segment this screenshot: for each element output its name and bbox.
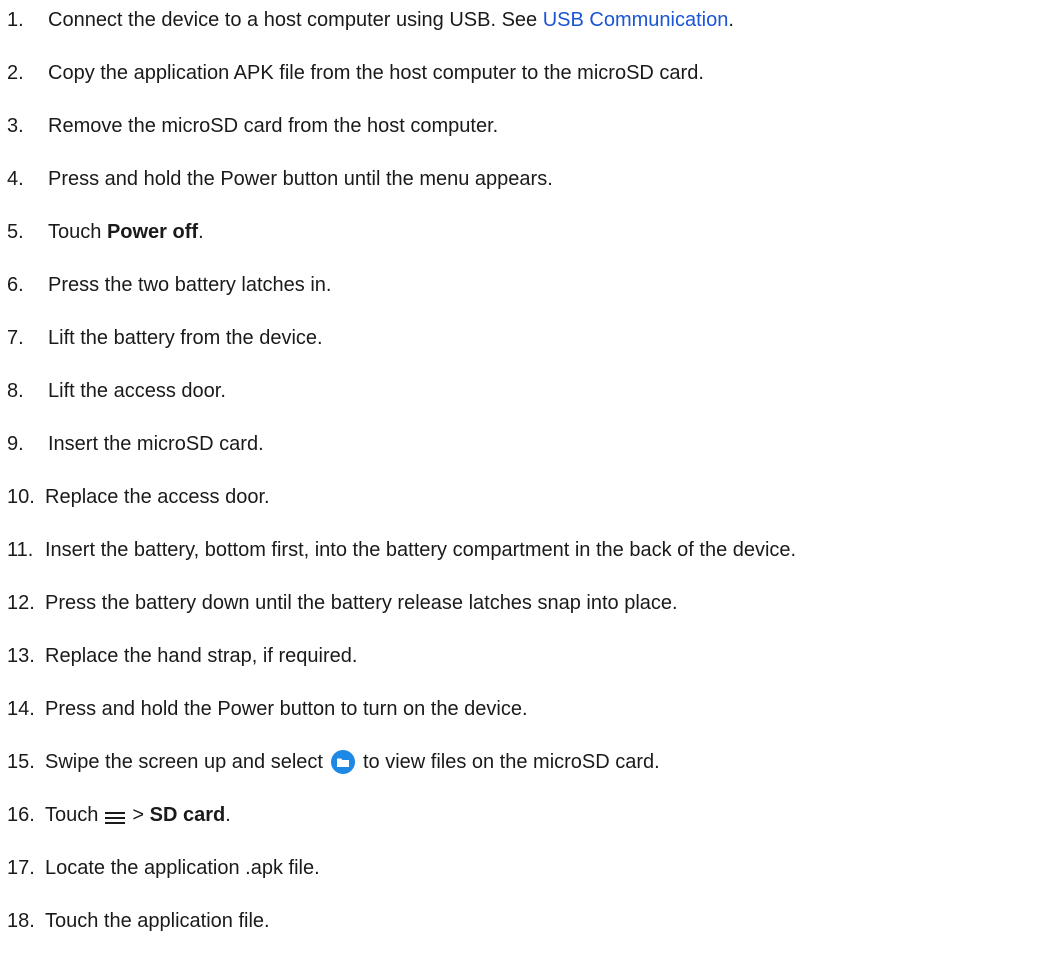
sd-card-label: SD card xyxy=(149,804,226,826)
step-text: Lift the battery from the device. xyxy=(48,327,323,349)
step-17: 17. Locate the application .apk file. xyxy=(0,853,320,883)
step-number: 12. xyxy=(7,592,35,614)
step-number: 10. xyxy=(7,486,35,508)
step-text: Connect the device to a host computer us… xyxy=(48,5,734,35)
step-text: Replace the access door. xyxy=(45,486,270,508)
step-13: 13. Replace the hand strap, if required. xyxy=(0,641,357,671)
step-text: Press the battery down until the battery… xyxy=(45,592,678,614)
step-text: Touch Power off. xyxy=(48,217,204,247)
step-text: Swipe the screen up and select to view fi… xyxy=(45,750,660,774)
step-text: Insert the battery, bottom first, into t… xyxy=(45,539,797,561)
step-text: Lift the access door. xyxy=(48,380,226,402)
step-3: 3. Remove the microSD card from the host… xyxy=(0,111,498,141)
step-2: 2. Copy the application APK file from th… xyxy=(0,58,704,88)
step-text: Replace the hand strap, if required. xyxy=(45,645,358,667)
step-text: Press the two battery latches in. xyxy=(48,274,332,296)
usb-communication-link[interactable]: USB Communication xyxy=(543,5,729,35)
step-number: 11. xyxy=(7,539,34,561)
step-text: Locate the application .apk file. xyxy=(45,857,320,879)
files-app-icon xyxy=(330,750,355,774)
step-number: 5. xyxy=(7,221,24,243)
step-10: 10. Replace the access door. xyxy=(0,482,270,512)
step-4: 4. Press and hold the Power button until… xyxy=(0,164,553,194)
menu-icon xyxy=(104,806,126,824)
step-text: Touch > SD card. xyxy=(45,800,231,830)
step-11: 11. Insert the battery, bottom first, in… xyxy=(0,535,796,565)
step-text: Copy the application APK file from the h… xyxy=(48,62,704,84)
step-number: 18. xyxy=(7,910,35,932)
step-15: 15. Swipe the screen up and select to vie… xyxy=(0,747,660,777)
step-number: 16. xyxy=(7,804,35,826)
step-14: 14. Press and hold the Power button to t… xyxy=(0,694,528,724)
step-number: 6. xyxy=(7,274,24,296)
step-number: 9. xyxy=(7,433,24,455)
step-number: 15. xyxy=(7,751,35,773)
step-number: 14. xyxy=(7,698,35,720)
step-7: 7. Lift the battery from the device. xyxy=(0,323,323,353)
step-number: 13. xyxy=(7,645,35,667)
step-number: 3. xyxy=(7,115,24,137)
step-12: 12. Press the battery down until the bat… xyxy=(0,588,678,618)
power-off-label: Power off xyxy=(106,221,199,243)
step-number: 8. xyxy=(7,380,24,402)
step-number: 1. xyxy=(7,9,24,31)
step-text: Press and hold the Power button until th… xyxy=(48,168,553,190)
step-text: Remove the microSD card from the host co… xyxy=(48,115,499,137)
step-6: 6. Press the two battery latches in. xyxy=(0,270,331,300)
step-number: 7. xyxy=(7,327,24,349)
step-9: 9. Insert the microSD card. xyxy=(0,429,264,459)
step-18: 18. Touch the application file. xyxy=(0,906,270,936)
step-16: 16. Touch > SD card. xyxy=(0,800,231,830)
step-8: 8. Lift the access door. xyxy=(0,376,226,406)
instruction-steps: 1. Connect the device to a host computer… xyxy=(0,0,1054,953)
step-5: 5. Touch Power off. xyxy=(0,217,204,247)
step-number: 2. xyxy=(7,62,24,84)
step-number: 4. xyxy=(7,168,24,190)
step-1: 1. Connect the device to a host computer… xyxy=(0,5,734,35)
step-number: 17. xyxy=(7,857,35,879)
step-text: Touch the application file. xyxy=(45,910,270,932)
step-text: Insert the microSD card. xyxy=(48,433,264,455)
step-text: Press and hold the Power button to turn … xyxy=(45,698,528,720)
